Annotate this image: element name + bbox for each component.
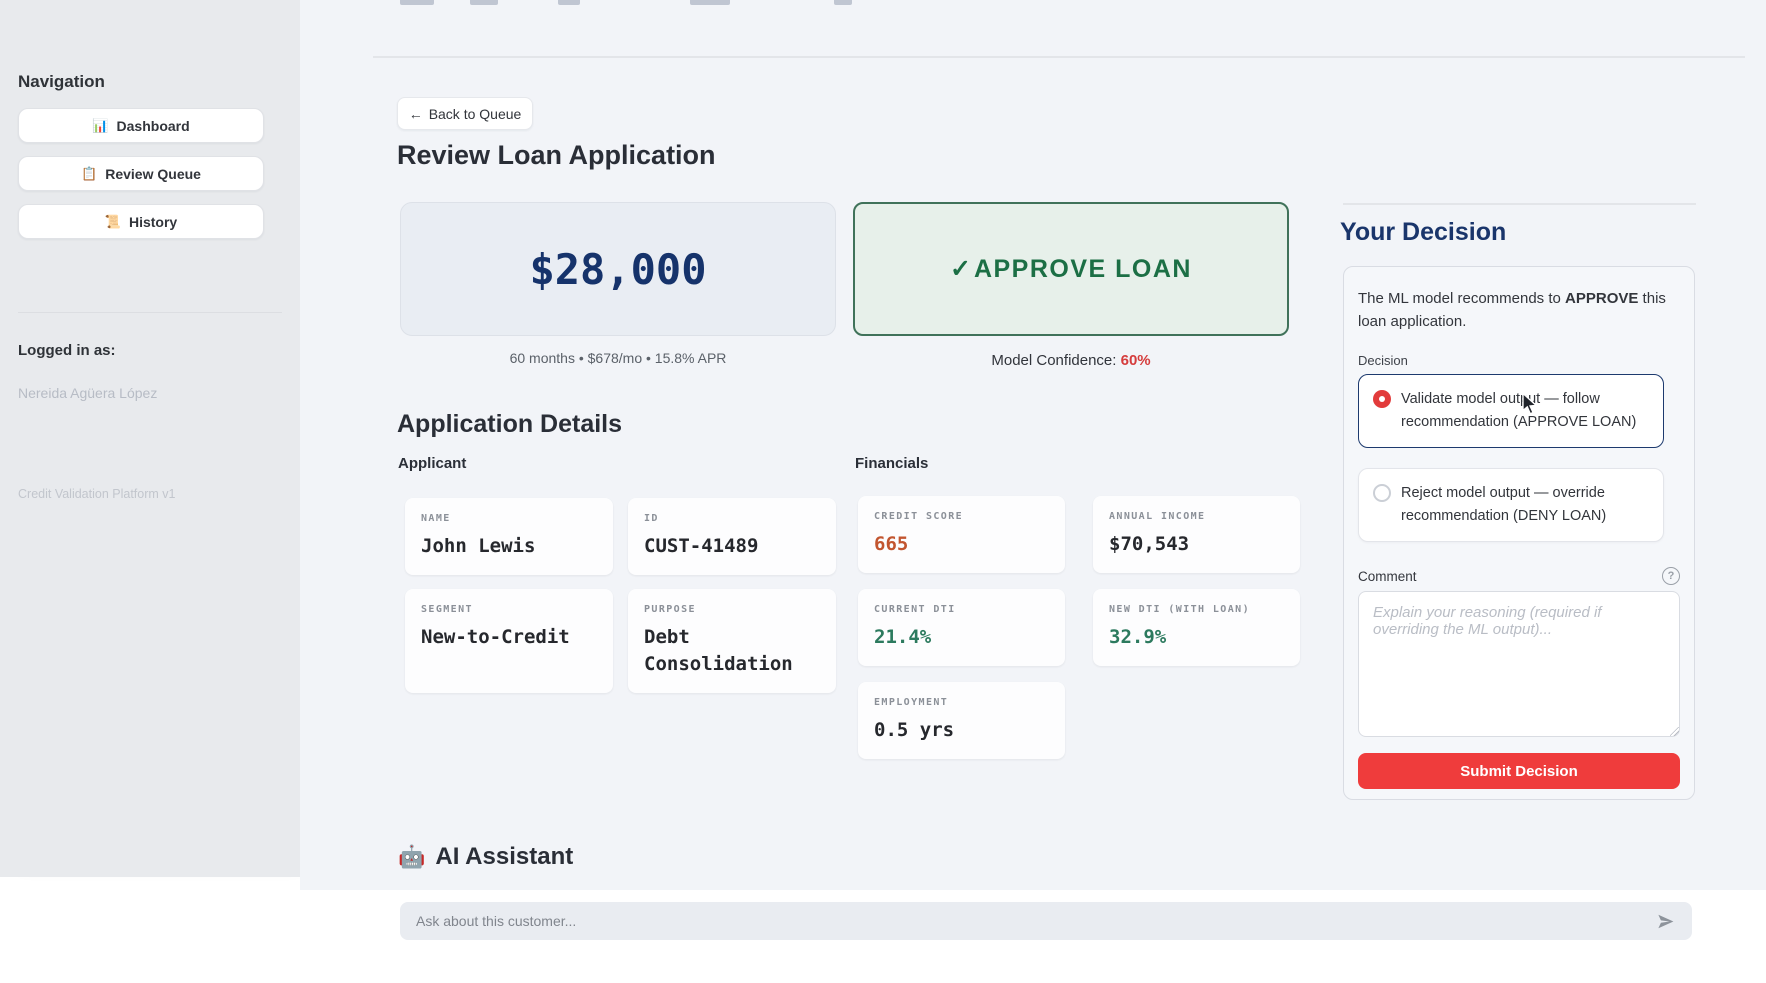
radio-option-label: Reject model output — override recommend… bbox=[1401, 482, 1649, 528]
chat-input-band: Ask about this customer... bbox=[0, 890, 1766, 983]
main-content: ← Back to Queue Review Loan Application … bbox=[300, 0, 1766, 890]
checkmark-icon: ✓ bbox=[950, 254, 971, 284]
sidebar-item-label: Dashboard bbox=[117, 118, 190, 134]
metric-card-new-dti: NEW DTI (WITH LOAN) 32.9% bbox=[1093, 589, 1300, 666]
metric-card-name: NAME John Lewis bbox=[405, 498, 613, 575]
sidebar-item-label: History bbox=[129, 214, 177, 230]
metric-label: SEGMENT bbox=[421, 604, 597, 615]
metric-value: New-to-Credit bbox=[421, 624, 597, 651]
metric-value: $70,543 bbox=[1109, 531, 1284, 558]
platform-version-text: Credit Validation Platform v1 bbox=[18, 487, 175, 501]
applicant-metrics-grid: NAME John Lewis ID CUST-41489 SEGMENT Ne… bbox=[405, 498, 836, 693]
metric-label: ANNUAL INCOME bbox=[1109, 511, 1284, 522]
robot-icon: 🤖 bbox=[398, 846, 425, 868]
ai-assistant-heading: 🤖 AI Assistant bbox=[398, 843, 573, 871]
loan-amount-value: $28,000 bbox=[529, 245, 706, 294]
model-confidence-label: Model Confidence: bbox=[991, 352, 1116, 369]
clipboard-icon: 📋 bbox=[81, 167, 97, 180]
scroll-icon: 📜 bbox=[105, 215, 121, 228]
decision-panel: The ML model recommends to APPROVE this … bbox=[1343, 266, 1695, 800]
sidebar-divider bbox=[18, 312, 282, 313]
sidebar: Navigation 📊 Dashboard 📋 Review Queue 📜 … bbox=[0, 0, 300, 877]
nav-heading: Navigation bbox=[18, 72, 105, 92]
recommendation-strong: APPROVE bbox=[1565, 290, 1638, 307]
loan-review-page: Navigation 📊 Dashboard 📋 Review Queue 📜 … bbox=[0, 0, 1766, 983]
metric-card-credit-score: CREDIT SCORE 665 bbox=[858, 496, 1065, 573]
top-divider bbox=[373, 56, 1745, 58]
sidebar-item-review-queue[interactable]: 📋 Review Queue bbox=[18, 156, 264, 191]
sidebar-item-label: Review Queue bbox=[105, 166, 201, 182]
metric-value: John Lewis bbox=[421, 533, 597, 560]
metric-label: NAME bbox=[421, 513, 597, 524]
submit-decision-button[interactable]: Submit Decision bbox=[1358, 753, 1680, 789]
metric-label: EMPLOYMENT bbox=[874, 697, 1049, 708]
model-confidence: Model Confidence: 60% bbox=[853, 352, 1289, 369]
radio-selected-icon[interactable] bbox=[1373, 390, 1391, 408]
back-to-queue-button[interactable]: ← Back to Queue bbox=[397, 97, 533, 130]
sidebar-item-history[interactable]: 📜 History bbox=[18, 204, 264, 239]
metric-value: 21.4% bbox=[874, 624, 1049, 651]
cropped-content-remnant bbox=[470, 0, 498, 5]
metric-card-current-dti: CURRENT DTI 21.4% bbox=[858, 589, 1065, 666]
back-arrow-icon: ← bbox=[409, 106, 423, 122]
metric-label: PURPOSE bbox=[644, 604, 820, 615]
metric-label: CURRENT DTI bbox=[874, 604, 1049, 615]
chat-input-placeholder: Ask about this customer... bbox=[416, 913, 1654, 929]
help-icon[interactable]: ? bbox=[1662, 567, 1680, 585]
cropped-content-remnant bbox=[558, 0, 580, 5]
page-title: Review Loan Application bbox=[397, 140, 716, 171]
model-recommendation-card: ✓ APPROVE LOAN bbox=[853, 202, 1289, 336]
applicant-group-heading: Applicant bbox=[398, 455, 466, 472]
cropped-content-remnant bbox=[834, 0, 852, 5]
metric-label: NEW DTI (WITH LOAN) bbox=[1109, 604, 1284, 615]
recommendation-label: APPROVE LOAN bbox=[974, 255, 1192, 284]
comment-label: Comment bbox=[1358, 569, 1417, 584]
metric-card-annual-income: ANNUAL INCOME $70,543 bbox=[1093, 496, 1300, 573]
financials-group-heading: Financials bbox=[855, 455, 928, 472]
radio-option-reject[interactable]: Reject model output — override recommend… bbox=[1358, 468, 1664, 542]
metric-value: 665 bbox=[874, 531, 1049, 558]
logged-in-user-name: Nereida Agüera López bbox=[18, 385, 157, 401]
loan-amount-card: $28,000 bbox=[400, 202, 836, 336]
metric-value: 32.9% bbox=[1109, 624, 1284, 651]
financials-metrics-grid: CREDIT SCORE 665 ANNUAL INCOME $70,543 C… bbox=[858, 496, 1300, 759]
comment-textarea[interactable] bbox=[1358, 591, 1680, 737]
metric-label: ID bbox=[644, 513, 820, 524]
decision-field-label: Decision bbox=[1358, 353, 1408, 368]
metric-card-id: ID CUST-41489 bbox=[628, 498, 836, 575]
ai-assistant-title: AI Assistant bbox=[435, 843, 573, 871]
your-decision-title: Your Decision bbox=[1340, 218, 1506, 247]
metric-card-employment: EMPLOYMENT 0.5 yrs bbox=[858, 682, 1065, 759]
ml-recommendation-sentence: The ML model recommends to APPROVE this … bbox=[1358, 287, 1680, 334]
loan-terms-caption: 60 months • $678/mo • 15.8% APR bbox=[400, 350, 836, 366]
metric-label: CREDIT SCORE bbox=[874, 511, 1049, 522]
comment-row: Comment ? bbox=[1358, 567, 1680, 585]
send-icon[interactable] bbox=[1654, 910, 1676, 932]
dashboard-icon: 📊 bbox=[92, 119, 108, 132]
metric-value: Debt Consolidation bbox=[644, 624, 820, 678]
back-button-label: Back to Queue bbox=[429, 106, 522, 122]
metric-card-purpose: PURPOSE Debt Consolidation bbox=[628, 589, 836, 693]
model-recommendation-text: ✓ APPROVE LOAN bbox=[950, 254, 1192, 284]
decision-divider bbox=[1343, 203, 1696, 205]
cropped-content-remnant bbox=[690, 0, 730, 5]
model-confidence-value: 60% bbox=[1121, 352, 1151, 369]
radio-option-label: Validate model output — follow recommend… bbox=[1401, 388, 1649, 434]
metric-value: 0.5 yrs bbox=[874, 717, 1049, 744]
sidebar-item-dashboard[interactable]: 📊 Dashboard bbox=[18, 108, 264, 143]
application-details-title: Application Details bbox=[397, 410, 622, 439]
cropped-content-remnant bbox=[400, 0, 434, 5]
radio-option-validate[interactable]: Validate model output — follow recommend… bbox=[1358, 374, 1664, 448]
metric-value: CUST-41489 bbox=[644, 533, 820, 560]
chat-input[interactable]: Ask about this customer... bbox=[400, 902, 1692, 940]
metric-card-segment: SEGMENT New-to-Credit bbox=[405, 589, 613, 693]
recommendation-prefix: The ML model recommends to bbox=[1358, 290, 1565, 307]
radio-unselected-icon[interactable] bbox=[1373, 484, 1391, 502]
logged-in-label: Logged in as: bbox=[18, 342, 116, 359]
